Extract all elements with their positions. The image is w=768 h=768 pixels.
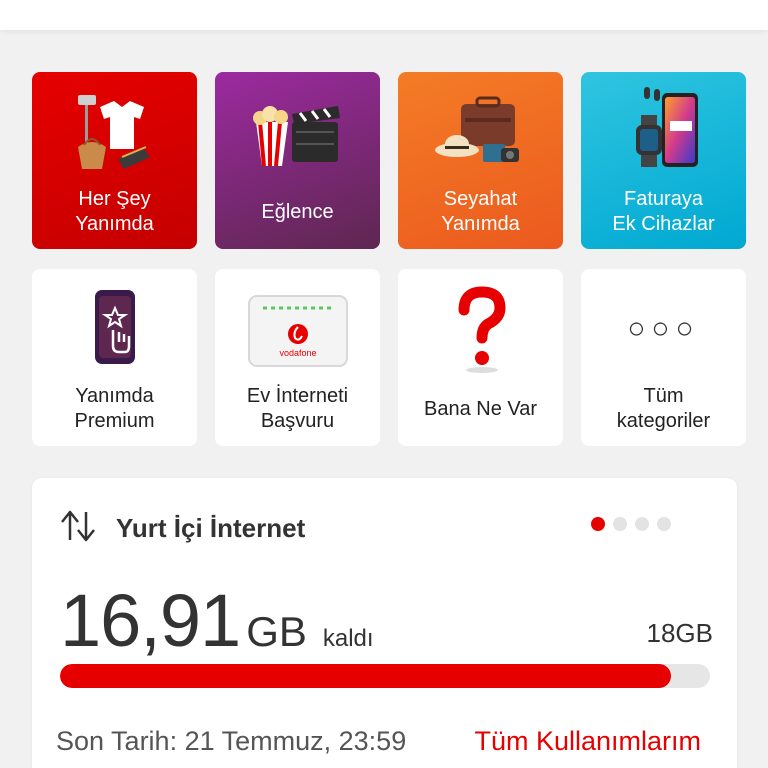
usage-progress-fill	[60, 664, 671, 688]
remaining-label: kaldı	[322, 625, 374, 652]
tile-label: Ev İnterneti Başvuru	[246, 385, 349, 432]
tile-label: Eğlence	[261, 201, 334, 223]
remaining-value: 16,91	[60, 579, 241, 662]
category-tile-her-sey-yanimda[interactable]: Her Şey Yanımda	[32, 72, 197, 249]
category-tile-tum-kategoriler[interactable]: ○○○ Tüm kategoriler	[581, 269, 746, 446]
tile-label: Faturaya Ek Cihazlar	[612, 188, 715, 235]
data-transfer-icon	[58, 506, 98, 551]
total-quota: 18GB	[646, 618, 714, 648]
category-tile-eglence[interactable]: Eğlence	[215, 72, 380, 249]
card-pager[interactable]	[591, 517, 671, 531]
card-header: Yurt İçi İnternet	[58, 506, 305, 551]
popcorn-clapper-icon	[243, 86, 353, 178]
usage-progress-bar	[60, 664, 710, 688]
pager-dot[interactable]	[657, 517, 671, 531]
pager-dot[interactable]	[635, 517, 649, 531]
clothes-icon	[60, 86, 170, 178]
category-tile-faturaya-ek-cihazlar[interactable]: Faturaya Ek Cihazlar	[581, 72, 746, 249]
category-tile-yanimda-premium[interactable]: Yanımda Premium	[32, 269, 197, 446]
all-usages-link[interactable]: Tüm Kullanımlarım	[474, 726, 701, 757]
modem-icon: vodafone	[243, 283, 353, 375]
luggage-icon	[426, 86, 536, 178]
more-dots-icon: ○○○	[627, 312, 700, 345]
tile-label: Tüm kategoriler	[616, 385, 711, 432]
category-tile-seyahat-yanimda[interactable]: Seyahat Yanımda	[398, 72, 563, 249]
tile-label: Her Şey Yanımda	[75, 188, 154, 235]
tile-label: Yanımda Premium	[74, 385, 155, 432]
due-date: Son Tarih: 21 Temmuz, 23:59	[56, 726, 407, 756]
top-bar	[0, 0, 768, 30]
question-mark-icon	[426, 283, 536, 375]
usage-card[interactable]: Yurt İçi İnternet 16,91 GB kaldı 18GB So…	[32, 478, 737, 768]
premium-phone-icon	[60, 283, 170, 375]
card-title: Yurt İçi İnternet	[116, 513, 306, 543]
remaining-amount: 16,91 GB kaldı	[60, 578, 374, 663]
pager-dot[interactable]	[613, 517, 627, 531]
svg-text:vodafone: vodafone	[279, 348, 316, 358]
remaining-unit: GB	[246, 608, 307, 655]
category-tile-bana-ne-var[interactable]: Bana Ne Var	[398, 269, 563, 446]
category-tile-ev-interneti-basvuru[interactable]: vodafone Ev İnterneti Başvuru	[215, 269, 380, 446]
devices-icon	[609, 86, 719, 178]
tile-label: Bana Ne Var	[423, 398, 538, 420]
tile-label: Seyahat Yanımda	[441, 188, 520, 235]
pager-dot-active[interactable]	[591, 517, 605, 531]
category-grid: Her Şey Yanımda Eğlence Seyahat Yanımda …	[32, 72, 746, 446]
